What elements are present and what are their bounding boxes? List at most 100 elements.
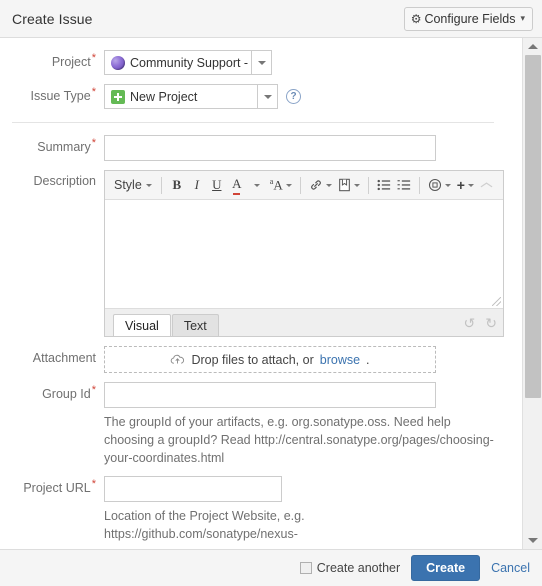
- issue-type-select-value[interactable]: New Project: [104, 84, 258, 109]
- create-issue-dialog: Create Issue ⚙ Configure Fields ▾ Projec…: [0, 0, 542, 586]
- insert-more-button[interactable]: +: [454, 174, 477, 196]
- bullet-list-icon: [377, 179, 390, 191]
- italic-button[interactable]: I: [187, 174, 207, 196]
- description-editor: Style B I U A aA + Visual Text ↺ ↻: [104, 170, 504, 337]
- project-url-help-text: Location of the Project Website, e.g. ht…: [104, 509, 305, 541]
- scroll-up-button[interactable]: [523, 38, 542, 55]
- create-another-checkbox[interactable]: Create another: [299, 561, 401, 575]
- summary-input[interactable]: [104, 135, 436, 161]
- cloud-upload-icon: [171, 354, 185, 364]
- required-marker: *: [91, 136, 96, 149]
- project-dropdown-arrow[interactable]: [252, 50, 272, 75]
- tab-text[interactable]: Text: [171, 314, 219, 336]
- undo-icon[interactable]: ↺: [464, 315, 476, 332]
- issue-type-picker[interactable]: New Project: [104, 84, 278, 109]
- group-id-help-text: The groupId of your artifacts, e.g. org.…: [104, 415, 494, 465]
- scroll-down-button[interactable]: [523, 532, 542, 549]
- underline-button[interactable]: U: [207, 174, 227, 196]
- dialog-header: Create Issue ⚙ Configure Fields ▾: [0, 0, 542, 38]
- field-row-project: Project* Community Support - ...: [0, 50, 522, 75]
- dropzone-text: Drop files to attach, or: [191, 352, 314, 367]
- description-textarea[interactable]: [105, 200, 503, 308]
- field-row-issue-type: Issue Type* New Project ?: [0, 84, 522, 109]
- resize-handle-icon[interactable]: [492, 297, 501, 306]
- chevron-down-icon: [325, 183, 332, 187]
- chevron-down-icon: [444, 183, 451, 187]
- scroll-down-icon: [527, 538, 538, 543]
- dialog-footer: Create another Create Cancel: [0, 550, 542, 586]
- field-row-attachment: Attachment Drop files to attach, or brow…: [0, 346, 522, 373]
- project-url-label: Project URL*: [23, 477, 96, 495]
- bold-button[interactable]: B: [167, 174, 187, 196]
- new-project-icon: [111, 89, 125, 104]
- cancel-button[interactable]: Cancel: [491, 561, 530, 575]
- issue-type-value-text: New Project: [130, 89, 198, 104]
- toolbar-divider: [418, 176, 420, 194]
- image-button[interactable]: [335, 174, 363, 196]
- background-color-glyph: aA: [269, 176, 283, 193]
- configure-fields-button[interactable]: ⚙ Configure Fields ▾: [403, 6, 533, 31]
- toolbar-divider: [160, 176, 162, 194]
- required-marker: *: [91, 85, 96, 98]
- project-url-input[interactable]: [104, 476, 282, 502]
- editor-footer: Visual Text ↺ ↻: [105, 308, 503, 336]
- dropzone-period: .: [366, 352, 370, 367]
- create-another-label: Create another: [316, 561, 401, 575]
- chevron-down-icon: [285, 183, 292, 187]
- toolbar-divider: [299, 176, 301, 194]
- collapse-toolbar-button[interactable]: [477, 174, 497, 196]
- attachment-label: Attachment: [32, 351, 96, 365]
- create-button[interactable]: Create: [411, 555, 481, 581]
- chevron-down-icon: [145, 183, 152, 187]
- field-row-summary: Summary*: [0, 135, 522, 161]
- group-id-input[interactable]: [104, 382, 436, 408]
- text-color-dropdown[interactable]: [247, 174, 267, 196]
- style-label: Style: [114, 178, 142, 192]
- project-value-text: Community Support - ...: [130, 55, 252, 70]
- numbered-list-icon: [397, 180, 410, 190]
- link-icon: [310, 180, 321, 190]
- project-avatar-icon: [111, 55, 125, 70]
- chevron-down-icon: [257, 60, 266, 65]
- background-color-button[interactable]: aA: [267, 174, 295, 196]
- field-row-group-id: Group Id* The groupId of your artifacts,…: [0, 382, 522, 467]
- tab-visual[interactable]: Visual: [113, 314, 171, 336]
- form-scrollbar[interactable]: [522, 38, 542, 549]
- redo-icon[interactable]: ↻: [485, 315, 497, 332]
- issue-type-help-icon[interactable]: ?: [286, 89, 301, 104]
- issue-type-label: Issue Type*: [30, 85, 96, 103]
- browse-link[interactable]: browse: [320, 353, 360, 367]
- chevron-down-icon: ▾: [520, 13, 525, 23]
- numbered-list-button[interactable]: [394, 174, 414, 196]
- project-picker[interactable]: Community Support - ...: [104, 50, 522, 75]
- checkbox-box-icon[interactable]: [299, 562, 312, 574]
- required-marker: *: [91, 477, 96, 490]
- required-marker: *: [91, 383, 96, 396]
- field-row-project-url: Project URL* Location of the Project Web…: [0, 476, 522, 543]
- project-select-value[interactable]: Community Support - ...: [104, 50, 252, 75]
- gear-icon: ⚙: [410, 11, 422, 26]
- mention-button[interactable]: [425, 174, 454, 196]
- chevron-down-icon: [253, 183, 260, 187]
- project-label: Project*: [51, 51, 96, 69]
- configure-fields-label: Configure Fields: [424, 11, 516, 26]
- chevron-down-icon: [263, 94, 272, 99]
- attachment-dropzone[interactable]: Drop files to attach, or browse.: [104, 346, 436, 373]
- issue-type-dropdown-arrow[interactable]: [258, 84, 278, 109]
- group-id-label: Group Id*: [42, 383, 96, 401]
- editor-toolbar: Style B I U A aA +: [105, 171, 503, 200]
- summary-label: Summary*: [37, 136, 96, 154]
- scroll-up-icon: [527, 44, 538, 49]
- toolbar-divider: [367, 176, 369, 194]
- scrollbar-thumb[interactable]: [524, 55, 541, 399]
- scrollbar-track[interactable]: [523, 55, 542, 532]
- required-marker: *: [91, 51, 96, 64]
- description-label: Description: [33, 174, 96, 188]
- form-divider: [12, 122, 494, 123]
- chevron-down-icon: [353, 183, 360, 187]
- bullet-list-button[interactable]: [374, 174, 394, 196]
- style-dropdown-button[interactable]: Style: [110, 174, 156, 196]
- link-button[interactable]: [306, 174, 335, 196]
- text-color-button[interactable]: A: [227, 174, 247, 196]
- field-row-description: Description Style B I U A aA + Visual Te…: [0, 170, 522, 337]
